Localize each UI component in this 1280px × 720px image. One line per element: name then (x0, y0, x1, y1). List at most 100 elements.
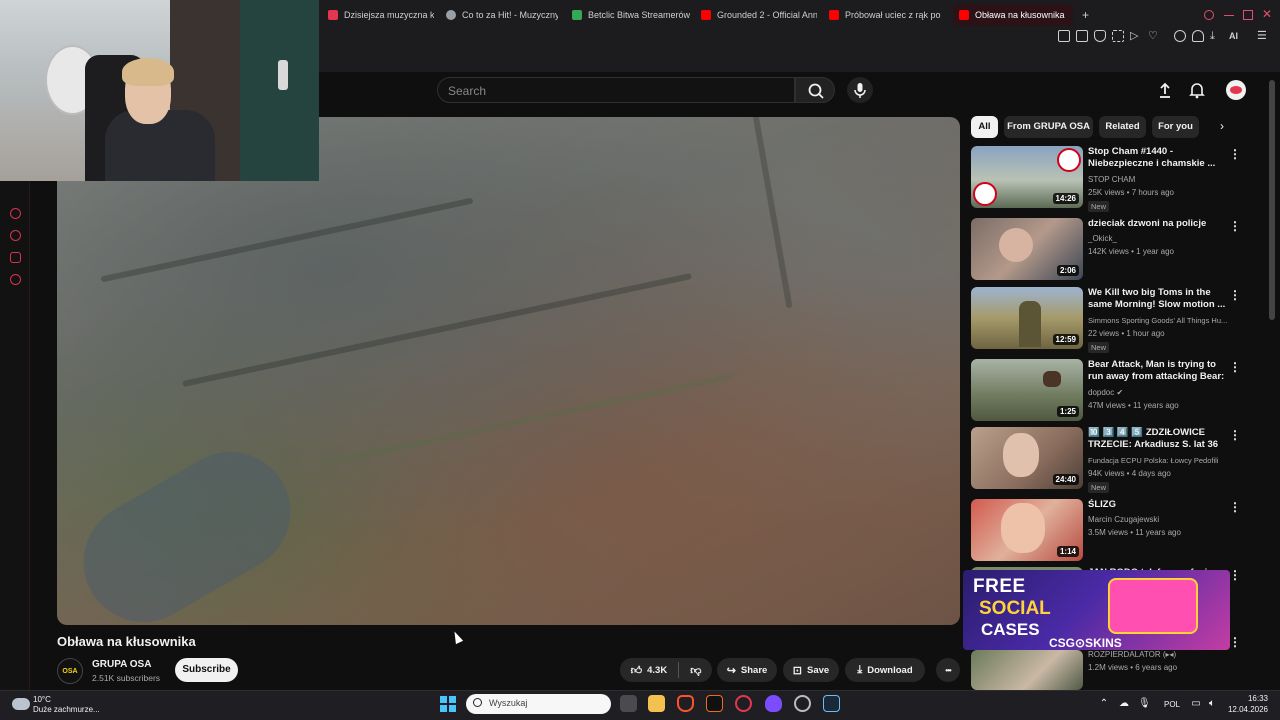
opera-gx-icon[interactable] (735, 695, 752, 712)
like-count[interactable]: 4.3K (647, 665, 667, 676)
recommendation-title[interactable]: dzieciak dzwoni na policje (1088, 218, 1228, 230)
cloud-icon[interactable] (12, 698, 30, 710)
recommendation-channel[interactable]: ROZPIERDALATOR (▸◂) (1088, 650, 1176, 659)
chip-for-you[interactable]: For you (1152, 116, 1199, 138)
display-icon[interactable]: ▭ (1190, 698, 1202, 710)
clock-time[interactable]: 16:33 (1226, 694, 1268, 703)
more-vert-icon[interactable]: ⋮ (1229, 569, 1241, 581)
download-icon[interactable]: ⤓ (1210, 30, 1222, 42)
task-view-icon[interactable] (620, 695, 637, 712)
more-vert-icon[interactable]: ⋮ (1229, 148, 1241, 160)
recommendation-item[interactable]: 2:06 dzieciak dzwoni na policje _Okick_ … (971, 218, 1261, 280)
settings-gear-icon[interactable] (10, 274, 21, 285)
tab-5-active[interactable]: Obława na kłusownika (953, 4, 1073, 26)
recommendation-title[interactable]: Bear Attack, Man is trying to run away f… (1088, 359, 1228, 385)
tab-1[interactable]: Co to za Hit! - Muzyczny Q (440, 4, 558, 26)
recommendation-title[interactable]: We Kill two big Toms in the same Morning… (1088, 287, 1228, 311)
play-icon[interactable]: ▷ (1130, 30, 1142, 42)
notifications-button[interactable] (1188, 81, 1206, 99)
new-tab-button[interactable]: + (1076, 4, 1092, 26)
like-icon[interactable]: 👍︎ (631, 664, 643, 677)
video-thumbnail[interactable]: 1:14 (971, 499, 1083, 561)
recommendation-item[interactable]: 1:25 Bear Attack, Man is trying to run a… (971, 359, 1261, 421)
tab-0[interactable]: Dzisiejsza muzyczna krzy (322, 4, 434, 26)
recommendation-title[interactable]: ŚLIZG (1088, 499, 1228, 511)
recommendation-channel[interactable]: STOP CHAM (1088, 175, 1135, 184)
chatgpt-icon[interactable] (794, 695, 811, 712)
recommendation-title[interactable]: Stop Cham #1440 - Niebezpieczne i chamsk… (1088, 146, 1228, 170)
chevron-right-icon[interactable]: › (1214, 119, 1230, 135)
scrollbar[interactable] (1269, 80, 1275, 320)
app-icon-purple[interactable] (765, 695, 782, 712)
video-thumbnail[interactable]: 1:25 (971, 359, 1083, 421)
more-vert-icon[interactable]: ⋮ (1229, 220, 1241, 232)
recommendation-title[interactable]: 🔟 3️⃣ 4️⃣ 5️⃣ ZDZIŁOWICE TRZECIE: Arkadi… (1088, 427, 1228, 451)
channel-avatar[interactable]: OSA (57, 658, 83, 684)
chip-related[interactable]: Related (1099, 116, 1146, 138)
maximize-icon[interactable] (1243, 10, 1253, 20)
terminal-icon[interactable] (706, 695, 723, 712)
shield-icon[interactable] (1094, 30, 1106, 42)
history-icon[interactable] (10, 230, 21, 241)
menu-icon[interactable]: ☰ (1257, 30, 1269, 42)
chip-from-channel[interactable]: From GRUPA OSA (1004, 116, 1093, 138)
profile-icon[interactable] (1192, 30, 1204, 42)
subscribe-button[interactable]: Subscribe (175, 658, 238, 682)
tab-3[interactable]: Grounded 2 - Official Anno (695, 4, 817, 26)
weather-temperature[interactable]: 10°C (33, 695, 51, 704)
recommendation-channel[interactable]: Fundacja ECPU Polska: Łowcy Pedofili (1088, 456, 1218, 465)
search-button[interactable] (795, 77, 835, 103)
file-explorer-icon[interactable] (648, 695, 665, 712)
video-player[interactable] (57, 117, 960, 625)
more-vert-icon[interactable]: ⋮ (1229, 361, 1241, 373)
video-thumbnail[interactable]: 14:26 (971, 146, 1083, 208)
video-thumbnail[interactable]: 24:40 (971, 427, 1083, 489)
language-indicator[interactable]: POL (1164, 700, 1180, 709)
steam-icon[interactable] (823, 695, 840, 712)
video-thumbnail[interactable]: 12:59 (971, 287, 1083, 349)
more-vert-icon[interactable]: ⋮ (1229, 289, 1241, 301)
clock-date[interactable]: 12.04.2026 (1226, 705, 1268, 714)
mic-tray-icon[interactable]: 🎙︎ (1138, 698, 1151, 710)
more-vert-icon[interactable]: ⋮ (1229, 429, 1241, 441)
video-thumbnail[interactable]: 2:06 (971, 218, 1083, 280)
tab-4[interactable]: Próbował uciec z rąk polic (823, 4, 941, 26)
account-avatar[interactable] (1226, 80, 1246, 100)
download-button[interactable]: ⤓ Download (845, 658, 925, 682)
share-button[interactable]: ↪ Share (717, 658, 777, 682)
taskbar-search-input[interactable]: Wyszukaj (466, 694, 611, 714)
close-icon[interactable]: ✕ (1262, 8, 1272, 20)
volume-icon[interactable]: 🔈︎ (1206, 698, 1218, 710)
translate-icon[interactable] (1112, 30, 1124, 42)
recommendation-item[interactable]: 12:59 We Kill two big Toms in the same M… (971, 287, 1261, 353)
chip-all[interactable]: All (971, 116, 998, 138)
screenshot-icon[interactable] (1076, 30, 1088, 42)
voice-search-button[interactable] (847, 77, 873, 103)
weather-description[interactable]: Duże zachmurze... (33, 705, 100, 714)
play-circle-icon[interactable] (10, 208, 21, 219)
tab-2[interactable]: Betclic Bitwa Streamerów (566, 4, 690, 26)
recommendation-item[interactable]: 1:14 ŚLIZG Marcin Czugajewski 3.5M views… (971, 499, 1261, 561)
recommendation-channel[interactable]: Marcin Czugajewski (1088, 515, 1159, 524)
tag-icon[interactable] (10, 252, 21, 263)
heart-icon[interactable]: ♡ (1148, 30, 1160, 42)
channel-name[interactable]: GRUPA OSA (92, 659, 151, 670)
ai-button[interactable]: AI (1229, 30, 1249, 42)
recommendation-channel[interactable]: dopdoc ✔ (1088, 388, 1123, 397)
recommendation-item[interactable]: 14:26 Stop Cham #1440 - Niebezpieczne i … (971, 146, 1261, 212)
more-vert-icon[interactable]: ⋮ (1229, 501, 1241, 513)
search-tabs-icon[interactable] (1204, 10, 1214, 20)
windows-start-icon[interactable] (440, 696, 456, 712)
cloud-sync-icon[interactable]: ☁ (1118, 698, 1130, 710)
bookmark-icon[interactable] (1058, 30, 1070, 42)
search-input[interactable]: Search (437, 77, 795, 103)
brave-browser-icon[interactable] (677, 695, 694, 712)
recommendation-item[interactable]: 24:40 🔟 3️⃣ 4️⃣ 5️⃣ ZDZIŁOWICE TRZECIE: … (971, 427, 1261, 493)
minimize-icon[interactable] (1224, 10, 1234, 16)
more-actions-button[interactable]: ••• (936, 658, 960, 682)
chevron-up-icon[interactable]: ⌃ (1098, 698, 1110, 710)
extensions-icon[interactable] (1174, 30, 1186, 42)
recommendation-channel[interactable]: _Okick_ (1088, 234, 1117, 243)
recommendation-item[interactable]: ROZPIERDALATOR (▸◂) 1.2M views • 6 years… (971, 636, 1261, 690)
upload-button[interactable] (1156, 81, 1174, 99)
